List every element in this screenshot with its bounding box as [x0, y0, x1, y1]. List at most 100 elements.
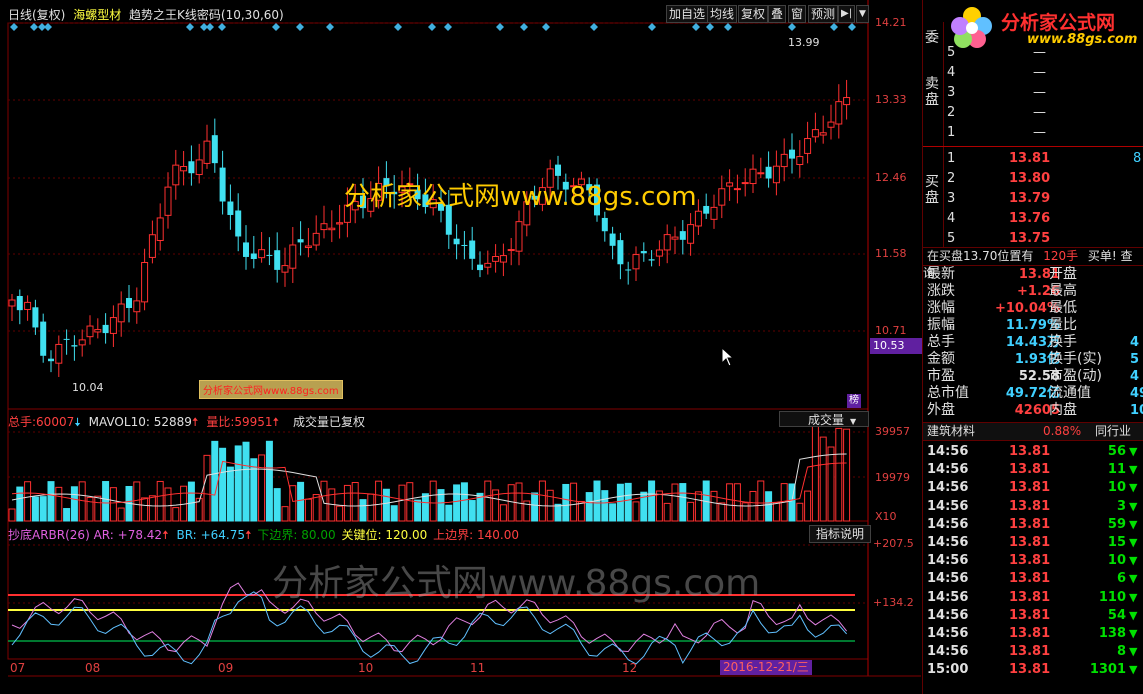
volume-bar — [811, 425, 819, 522]
candle-body — [835, 101, 843, 125]
quote-label: 涨幅 — [927, 300, 955, 316]
candle-body — [453, 238, 460, 245]
down-arrow-icon: ▼ — [1129, 608, 1138, 622]
volume-indicator-select[interactable]: 成交量 ▼ — [779, 411, 869, 427]
candle-body — [492, 256, 500, 262]
ar-value: +78.42 — [117, 528, 163, 542]
quote-label: 市盈 — [927, 368, 955, 384]
down-arrow-icon: ▼ — [1129, 627, 1138, 640]
buy-level-row[interactable]: 3 13.79 — [923, 190, 1143, 207]
volume-bar — [55, 486, 63, 522]
chevron-down-icon: ▼ — [850, 417, 857, 426]
candle-body — [243, 242, 249, 257]
price-tick: 14.21 — [875, 16, 907, 29]
volume-bar — [726, 483, 734, 522]
quote-row: 总手 14.43万 换手 4 — [923, 334, 1143, 351]
buy-level-row[interactable]: 2 13.80 — [923, 170, 1143, 187]
candle-body — [733, 188, 741, 191]
candle-body — [188, 161, 195, 174]
sell-level-row[interactable]: 4— — [923, 64, 1143, 81]
tick-price: 13.81 — [1009, 571, 1051, 587]
candle-body — [617, 240, 624, 265]
volume-total-value: 60007 — [36, 415, 75, 429]
tick-volume: 6 — [1116, 571, 1126, 587]
arbr-tick: +207.5 — [873, 537, 914, 550]
candle-body — [827, 121, 835, 128]
signal-diamond-icon — [394, 23, 402, 31]
indicator-help-button[interactable]: 指标说明 — [809, 525, 871, 543]
order-alert-bar[interactable]: 在买盘13.70位置有 120手 买单! 查询 — [923, 248, 1143, 280]
tick-price: 13.81 — [1009, 662, 1051, 678]
signal-diamond-icon — [788, 23, 796, 31]
volume-bar — [226, 466, 234, 522]
candle-body — [655, 249, 663, 257]
candle-body — [507, 249, 515, 252]
restore-rights-button[interactable]: 复权 — [738, 5, 769, 23]
candle-body — [126, 298, 132, 308]
sell-level-row[interactable]: 5— — [923, 44, 1143, 61]
signal-diamond-icon — [724, 23, 732, 31]
add-favorite-button[interactable]: 加自选 — [666, 5, 709, 23]
volume-bar — [453, 484, 461, 522]
tick-time: 14:56 — [927, 626, 969, 641]
signal-diamond-icon — [218, 23, 226, 31]
down-arrow-icon: ▼ — [1129, 645, 1138, 659]
tick-price: 13.81 — [1009, 498, 1051, 514]
tick-price: 13.81 — [1009, 644, 1051, 660]
tick-price: 13.81 — [1009, 462, 1051, 478]
quote-label: 流通值 — [1049, 385, 1091, 401]
quote-row: 振幅 11.79% 量比 — [923, 317, 1143, 334]
forecast-button[interactable]: 预测 — [808, 5, 839, 23]
overlay-button[interactable]: 叠 — [768, 5, 787, 23]
date-tick: 10 — [358, 661, 374, 675]
buy-level-row[interactable]: 1 13.81 8 — [923, 150, 1143, 167]
volume-bar — [406, 482, 414, 522]
indicator-name: 趋势之王K线密码(10,30,60) — [129, 8, 284, 22]
buy-level-row[interactable]: 5 13.75 — [923, 230, 1143, 247]
quote-row: 最新 13.81 开盘 — [923, 266, 1143, 283]
sell-level-row[interactable]: 3— — [923, 84, 1143, 101]
volume-bar — [258, 454, 266, 522]
industry-row[interactable]: 建筑材料 0.88% 同行业 — [923, 423, 1143, 440]
candle-body — [336, 222, 344, 225]
candle-body — [328, 227, 336, 231]
step-forward-button[interactable]: ▶| — [838, 5, 856, 23]
sell-level: 1 — [947, 125, 956, 140]
ma-button[interactable]: 均线 — [707, 5, 738, 23]
volume-bar — [273, 488, 281, 522]
volume-bar — [203, 454, 211, 522]
volume-ratio-value: 59951 — [234, 415, 273, 429]
industry-name: 建筑材料 — [927, 424, 976, 438]
sell-level-row[interactable]: 1— — [923, 124, 1143, 141]
sell-level-row[interactable]: 2— — [923, 104, 1143, 121]
candle-body — [297, 239, 304, 243]
down-arrow-icon: ▼ — [1129, 517, 1138, 531]
quote-value: 49. — [1130, 386, 1143, 401]
period-label[interactable]: 日线(复权) — [8, 8, 65, 22]
volume-bar — [382, 488, 390, 522]
volume-bar — [445, 504, 453, 522]
same-industry-link[interactable]: 同行业 — [1095, 423, 1131, 440]
toolbar-dropdown[interactable]: ▼ — [856, 5, 869, 23]
quote-label: 换手 — [1049, 334, 1077, 350]
quote-label: 总市值 — [927, 385, 969, 401]
buy-level-row[interactable]: 4 13.76 — [923, 210, 1143, 227]
rank-badge[interactable]: 榜 — [847, 394, 861, 408]
volume-bar — [375, 480, 383, 522]
quote-value: 10. — [1130, 403, 1143, 418]
volume-bar — [835, 427, 843, 522]
volume-bar — [148, 495, 156, 522]
lower-bound-label: 下边界: — [257, 528, 298, 542]
quote-label: 量比 — [1049, 317, 1077, 333]
volume-bar — [827, 446, 835, 522]
down-arrow-icon: 🠇 — [74, 415, 81, 429]
main-chart-area[interactable]: 日线(复权) 海螺型材 趋势之王K线密码(10,30,60) 加自选 均线 复权… — [0, 0, 923, 694]
quote-label: 总手 — [927, 334, 955, 350]
tick-price: 13.81 — [1009, 535, 1051, 550]
high-marker: 13.99 — [788, 36, 820, 49]
candle-body — [281, 265, 289, 273]
tick-row: 14:56 13.81 10 ▼ — [923, 479, 1143, 496]
window-button[interactable]: 窗 — [788, 5, 807, 23]
tick-volume: 15 — [1107, 535, 1126, 550]
candle-body — [219, 167, 226, 202]
